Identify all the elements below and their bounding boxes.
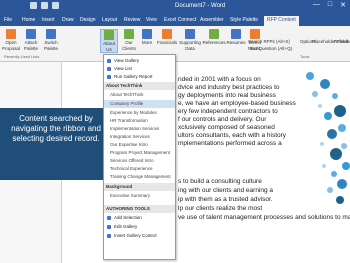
tab-draw[interactable]: Draw [62,16,74,24]
tab-rfp-content[interactable]: RFP Content [264,16,299,26]
menu-item-run-gallery-report[interactable]: Run Gallery Report [104,73,175,81]
tab-assembler[interactable]: Assembler [200,16,224,24]
menu-header-background: Background [104,183,175,191]
word-window: Document7 - Word — □ ✕ File Home Insert … [0,0,350,263]
menu-item-services-offered-intro[interactable]: Services Offered Intro [104,157,175,165]
menu-header-authoring-tools: AUTHORING TOOLS [104,205,175,213]
menu-item-about-techthink[interactable]: About TechThink [104,91,175,99]
menu-item-executive-summary[interactable]: Executive Summary [104,192,175,200]
about-icon [104,30,114,40]
doc-line: gy deployments into real business [178,92,276,99]
menu-item-technical-experience[interactable]: Technical Experience [104,165,175,173]
menu-item-training-change-management[interactable]: Training Change Management [104,173,175,181]
clients-icon [124,29,134,39]
menu-item-program-project-management[interactable]: Program Project Management [104,149,175,157]
about-us-dropdown: View Gallery View List Run Gallery Repor… [103,54,176,260]
tab-excel-connect[interactable]: Excel Connect [164,16,196,24]
doc-line: f our controls and delivery. Our [178,116,267,123]
next-question-button[interactable]: Next Question (Alt+Q) [248,46,292,52]
data-icon [185,29,195,39]
doc-line: xclusively composed of seasoned [178,124,275,131]
tab-layout[interactable]: Layout [102,16,117,24]
tab-style-palette[interactable]: Style Palette [230,16,258,24]
menu-item-implementation-services[interactable]: Implementation Services [104,125,175,133]
our-clients-button[interactable]: Our Clients [120,29,138,51]
references-icon [209,29,219,39]
minimize-button[interactable]: — [313,1,320,9]
doc-line: nded in 2001 with a focus on [178,76,261,83]
callout-box: Content searched by navigating the ribbo… [0,108,112,180]
callout-text: Content searched by navigating the ribbo… [11,114,101,143]
doc-line: s to build a consulting culture [178,178,262,185]
attach-palette-button[interactable]: Attach Palette [22,29,40,51]
ribbon-tabs: File Home Insert Draw Design Layout Revi… [0,14,350,26]
edit-icon [107,225,111,229]
undo-icon[interactable] [41,2,48,9]
tab-insert[interactable]: Insert [42,16,55,24]
menu-item-integration-services[interactable]: Integration Services [104,133,175,141]
resumes-button[interactable]: Resumes [226,29,246,45]
menu-header-about: About TechThink [104,82,175,90]
tab-file[interactable]: File [4,16,12,24]
tab-view[interactable]: View [146,16,157,24]
tab-design[interactable]: Design [80,16,96,24]
menu-item-experience-by-modules[interactable]: Experience by Modules [104,109,175,117]
report-icon [107,75,111,79]
maximize-button[interactable]: □ [328,1,332,9]
doc-line: ing with our clients and earning a [178,187,274,194]
menu-item-add-selection[interactable]: Add Selection [104,214,175,222]
more-button[interactable]: More [138,29,156,45]
more-icon [142,29,152,39]
doc-line: ip with them as a trusted advisor. [178,196,273,203]
doc-line: ery few independent contractors to [178,108,278,115]
save-icon[interactable] [30,2,37,9]
search-rfps-button[interactable]: Search RFPs (Alt+S) [248,39,290,45]
doc-line: mplementations performed across a [178,140,282,147]
quick-access-toolbar [30,2,59,9]
menu-item-edit-gallery[interactable]: Edit Gallery [104,223,175,231]
open-proposal-button[interactable]: Open Proposal [2,29,20,51]
tab-review[interactable]: Review [124,16,140,24]
folder-icon [6,29,16,39]
attach-icon [26,29,36,39]
group-label-tools: Tools [300,54,310,59]
menu-item-view-gallery[interactable]: View Gallery [104,57,175,65]
refresh-button[interactable]: Refresh [334,39,350,45]
title-bar: Document7 - Word — □ ✕ [0,0,350,14]
group-label-recent: Recently Used Lists [4,54,40,59]
financials-icon [162,29,172,39]
insert-icon [107,234,111,238]
redo-icon[interactable] [52,2,59,9]
window-title: Document7 - Word [175,3,226,9]
doc-line: lp our clients realize the most [178,205,263,212]
tab-home[interactable]: Home [22,16,35,24]
switch-icon [46,29,56,39]
list-icon [107,67,111,71]
menu-item-company-profile[interactable]: Company Profile [104,100,175,108]
add-icon [107,216,111,220]
supporting-data-button[interactable]: Supporting Data [178,29,202,51]
menu-item-hr-transformation[interactable]: HR Transformation [104,117,175,125]
gallery-icon [107,59,111,63]
doc-line: dvice and industry best practices to [178,84,280,91]
switch-palette-button[interactable]: Switch Palette [42,29,60,51]
references-button[interactable]: References [202,29,226,45]
close-button[interactable]: ✕ [340,1,346,9]
window-controls: — □ ✕ [313,1,346,9]
decorative-graphic [306,72,350,204]
resumes-icon [231,29,241,39]
financials-button[interactable]: Financials [156,29,178,45]
menu-item-view-list[interactable]: View List [104,65,175,73]
about-us-button[interactable]: About Us [100,29,118,53]
menu-item-our-expertise-intro[interactable]: Our Expertise Intro [104,141,175,149]
demo-icon [250,29,260,39]
menu-item-insert-gallery-control[interactable]: Insert Gallery Control [104,232,175,240]
